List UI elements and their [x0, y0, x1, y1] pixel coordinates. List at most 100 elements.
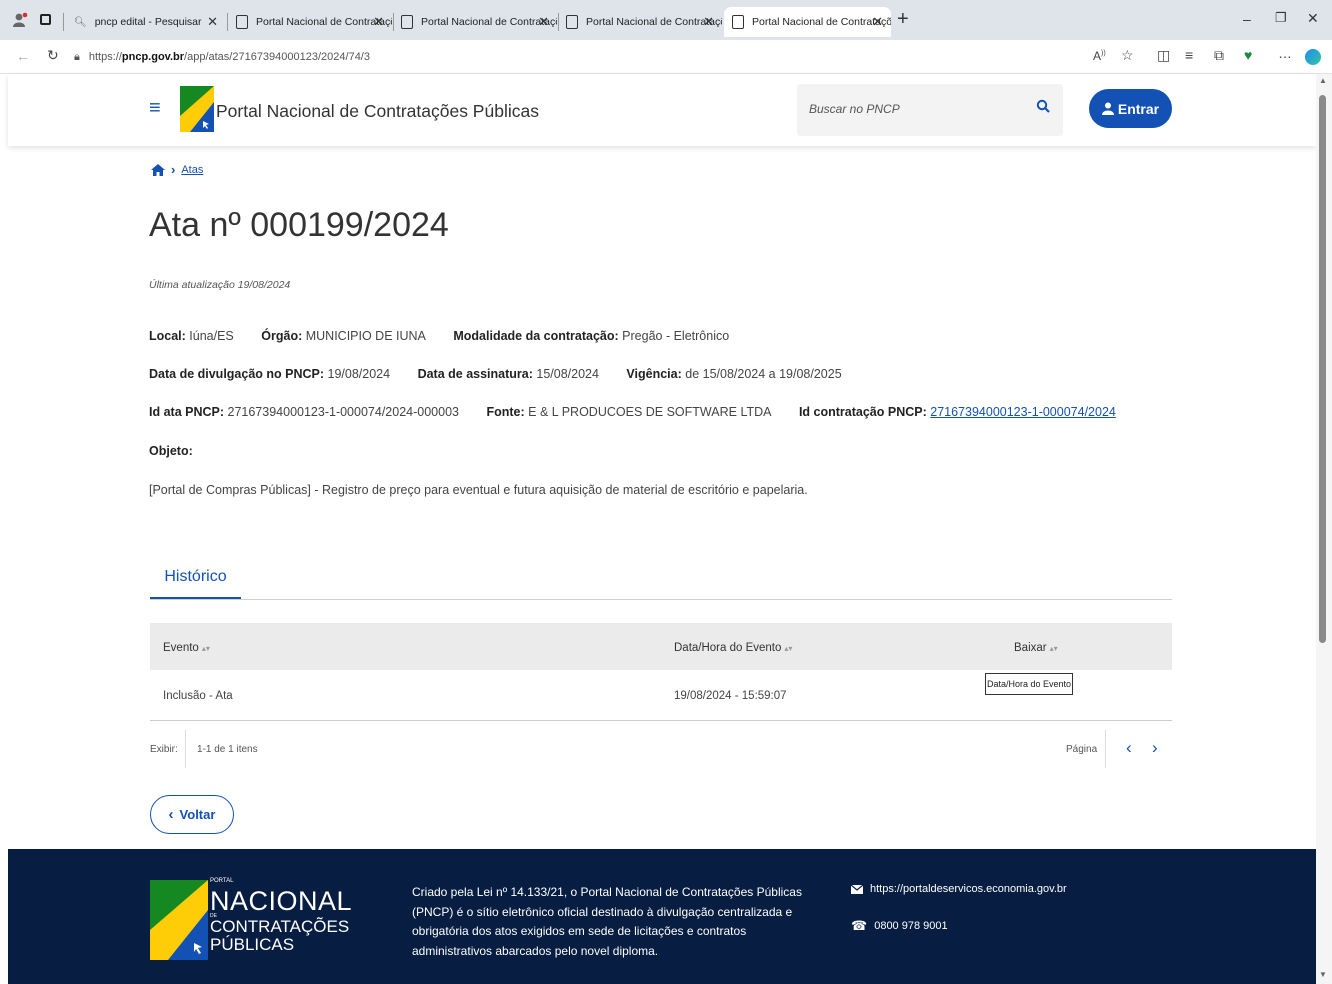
tooltip: Data/Hora do Evento [985, 673, 1073, 695]
browser-tab[interactable]: 🔍︎ pncp edital - Pesquisar ✕ [66, 7, 226, 37]
browser-tab[interactable]: Portal Nacional de Contrataçõe: ✕ [558, 7, 722, 37]
tab-divider [150, 599, 1172, 600]
search-input[interactable] [809, 102, 1019, 116]
browser-tab-active[interactable]: Portal Nacional de Contrataçõe: ✕ [724, 7, 891, 37]
sort-icon[interactable]: ▴▾ [202, 644, 210, 653]
page-icon [732, 15, 744, 29]
cell-data-hora: 19/08/2024 - 15:59:07 [674, 690, 787, 702]
pncp-logo[interactable] [180, 86, 214, 132]
home-icon[interactable] [151, 163, 165, 176]
reload-icon[interactable]: ↻ [47, 47, 59, 64]
email-text: https://portaldeservicos.economia.gov.br [870, 883, 1067, 895]
phone-icon: ☎︎ [851, 918, 868, 933]
chevron-left-icon: ‹ [168, 806, 174, 823]
logo-contratacoes: CONTRATAÇÕES [210, 917, 350, 936]
workspaces-icon[interactable] [40, 14, 51, 25]
breadcrumb-atas[interactable]: Atas [181, 164, 203, 176]
prev-page-icon[interactable]: ‹ [1126, 738, 1132, 758]
copilot-icon[interactable] [1305, 49, 1321, 65]
user-icon [1101, 102, 1114, 115]
cell-evento: Inclusão - Ata [163, 690, 233, 702]
logo-nacional: NACIONAL [210, 886, 353, 916]
tab-label: Portal Nacional de Contrataçõe: [421, 16, 557, 28]
tab-label: Portal Nacional de Contrataçõe: [586, 16, 722, 28]
close-window-icon[interactable]: ✕ [1307, 10, 1319, 27]
sort-icon[interactable]: ▴▾ [1050, 644, 1058, 653]
items-count: 1-1 de 1 itens [197, 744, 258, 755]
new-tab-icon[interactable]: + [897, 8, 909, 31]
tab-historico[interactable]: Histórico [150, 556, 241, 600]
favorite-icon[interactable]: ☆ [1121, 47, 1134, 64]
url-field[interactable]: 🔒︎ https://pncp.gov.br/app/atas/27167394… [74, 45, 1074, 69]
more-icon[interactable]: … [1278, 45, 1292, 61]
column-header-baixar[interactable]: Baixar ▴▾ [1014, 642, 1058, 654]
tab-label: Portal Nacional de Contrataçõe: [752, 16, 891, 28]
footer-email[interactable]: https://portaldeservicos.economia.gov.br [851, 883, 1067, 895]
login-label: Entrar [1117, 100, 1160, 117]
back-button[interactable]: ‹ Voltar [150, 795, 234, 834]
read-aloud-icon[interactable]: A)) [1093, 49, 1106, 63]
address-bar-row: ← ↻ 🔒︎ https://pncp.gov.br/app/atas/2716… [0, 40, 1332, 74]
close-icon[interactable]: ✕ [538, 14, 549, 30]
fonte-label: Fonte: [486, 405, 525, 419]
vigencia-value: de 15/08/2024 a 19/08/2025 [685, 367, 842, 381]
local-value: Iúna/ES [189, 329, 234, 343]
scroll-up-icon[interactable]: ▲ [1319, 76, 1327, 85]
vigencia-label: Vigência: [626, 367, 682, 381]
modalidade-value: Pregão - Eletrônico [622, 329, 730, 343]
column-header-evento[interactable]: Evento ▴▾ [163, 642, 210, 654]
orgao-value: MUNICIPIO DE IUNA [305, 329, 426, 343]
table-header: Evento ▴▾ Data/Hora do Evento ▴▾ Baixar ▴▾ [150, 623, 1172, 670]
search-box [797, 84, 1063, 136]
info-line-3: Id ata PNCP: 27167394000123-1-000074/202… [149, 405, 1116, 419]
search-icon: 🔍︎ [74, 16, 87, 28]
column-label: Data/Hora do Evento [674, 642, 782, 654]
back-icon[interactable]: ← [16, 48, 30, 64]
footer-phone[interactable]: ☎︎ 0800 978 9001 [851, 918, 948, 934]
extension-icon[interactable]: ♥ [1244, 47, 1252, 63]
next-page-icon[interactable]: › [1152, 738, 1158, 758]
search-icon[interactable] [1036, 99, 1050, 113]
breadcrumb: › Atas [151, 162, 203, 177]
sort-icon[interactable]: ▴▾ [784, 644, 792, 653]
url-prefix: https:// [88, 51, 122, 63]
favorites-list-icon[interactable]: ≡ [1185, 47, 1193, 63]
column-header-data-hora[interactable]: Data/Hora do Evento ▴▾ [674, 642, 792, 654]
tab-label: pncp edital - Pesquisar [94, 16, 202, 28]
footer-description: Criado pela Lei nº 14.133/21, o Portal N… [412, 885, 802, 958]
browser-tab[interactable]: Portal Nacional de Contrataçõe: ✕ [393, 7, 557, 37]
menu-icon[interactable]: ≡ [149, 97, 161, 120]
scroll-down-icon[interactable]: ▼ [1319, 970, 1327, 979]
browser-tab[interactable]: Portal Nacional de Contrataçõe: ✕ [228, 7, 392, 37]
divulgacao-value: 19/08/2024 [327, 367, 391, 381]
split-screen-icon[interactable]: ◫ [1157, 47, 1170, 64]
url-path: /app/atas/27167394000123/2024/74/3 [184, 51, 370, 63]
chevron-right-icon: › [171, 162, 176, 177]
url-domain: pncp.gov.br [121, 51, 185, 63]
last-update: Última atualização 19/08/2024 [149, 279, 291, 291]
info-line-1: Local: Iúna/ES Órgão: MUNICIPIO DE IUNA … [149, 329, 729, 343]
logo-portal: PORTAL [210, 878, 234, 884]
column-label: Evento [163, 642, 199, 654]
minimize-icon[interactable]: – [1243, 11, 1251, 27]
assinatura-label: Data de assinatura: [417, 367, 533, 381]
envelope-icon [851, 884, 863, 894]
restore-icon[interactable]: ❐ [1275, 10, 1287, 26]
phone-text: 0800 978 9001 [874, 920, 948, 932]
id-contratacao-link[interactable]: 27167394000123-1-000074/2024 [930, 405, 1116, 419]
collections-icon[interactable]: ⧉ [1214, 47, 1224, 64]
objeto-text: [Portal de Compras Públicas] - Registro … [149, 483, 808, 497]
close-icon[interactable]: ✕ [207, 14, 218, 30]
portal-title[interactable]: Portal Nacional de Contratações Públicas [216, 101, 539, 122]
scrollbar-thumb[interactable] [1319, 95, 1326, 643]
close-icon[interactable]: ✕ [703, 14, 714, 30]
page-title: Ata nº 000199/2024 [149, 206, 449, 244]
close-icon[interactable]: ✕ [373, 14, 384, 30]
modalidade-label: Modalidade da contratação: [453, 329, 619, 343]
pagination: Exibir: 1-1 de 1 itens Página ‹ › [150, 730, 1172, 770]
id-ata-value: 27167394000123-1-000074/2024-000003 [227, 405, 459, 419]
close-icon[interactable]: ✕ [872, 14, 883, 30]
browser-tab-bar: 🔍︎ pncp edital - Pesquisar ✕ Portal Naci… [0, 0, 1332, 40]
login-button[interactable]: Entrar [1089, 89, 1172, 128]
profile-icon[interactable] [12, 12, 28, 33]
